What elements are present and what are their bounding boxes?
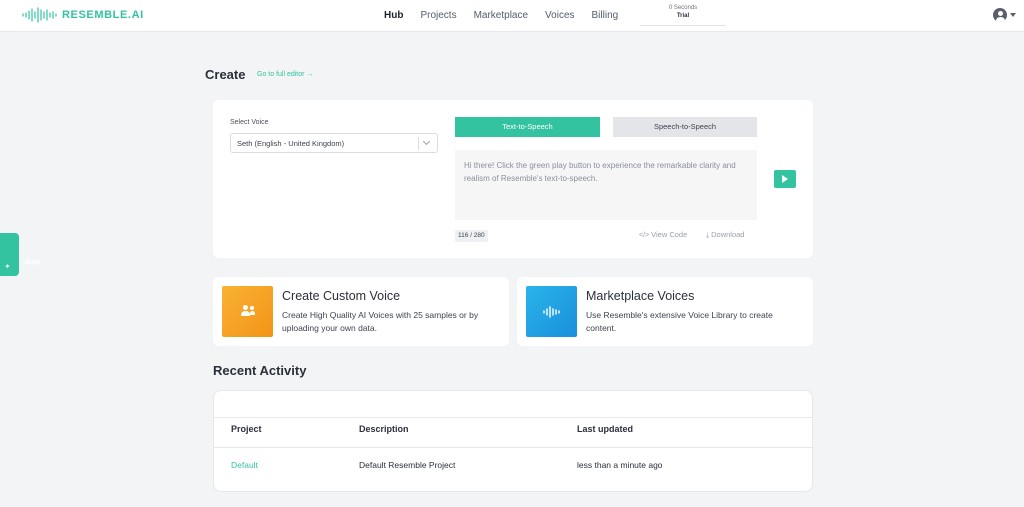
voice-select[interactable]: Seth (English - United Kingdom)	[230, 133, 438, 153]
help-tab[interactable]: ✦ Help	[0, 233, 40, 276]
usage-indicator[interactable]: 0 Seconds Trial	[640, 4, 726, 26]
feature-description: Create High Quality AI Voices with 25 sa…	[282, 310, 479, 333]
plan-label: Trial	[676, 13, 690, 19]
feature-title: Marketplace Voices	[586, 289, 695, 303]
create-title: Create	[205, 67, 246, 82]
play-icon	[782, 175, 788, 183]
view-code-link[interactable]: </> View Code	[639, 230, 687, 239]
caret-down-icon[interactable]	[1010, 13, 1016, 17]
create-card: Select Voice Seth (English - United King…	[213, 100, 813, 258]
waveform-icon	[543, 306, 560, 318]
column-header-project: Project	[231, 424, 262, 434]
download-icon: ⤓	[706, 232, 710, 239]
top-navbar: RESEMBLE.AI Hub Projects Marketplace Voi…	[0, 0, 1024, 32]
users-icon	[240, 305, 256, 319]
logo[interactable]: RESEMBLE.AI	[22, 7, 144, 23]
feature-icon-tile	[222, 286, 273, 337]
project-link[interactable]: Default	[231, 460, 258, 470]
feature-description: Use Resemble's extensive Voice Library t…	[586, 310, 773, 333]
create-custom-voice-card[interactable]: Create Custom Voice Create High Quality …	[213, 277, 509, 346]
tab-speech-to-speech[interactable]: Speech-to-Speech	[613, 117, 757, 137]
chevron-down-icon	[422, 137, 431, 146]
help-label: ✦ Help	[5, 258, 40, 269]
feature-icon-tile	[526, 286, 577, 337]
column-header-last-updated: Last updated	[577, 424, 634, 434]
brand-name: RESEMBLE.AI	[62, 9, 144, 21]
select-divider	[418, 137, 419, 150]
tts-text-input[interactable]: Hi there! Click the green play button to…	[455, 150, 757, 220]
waveform-logo-icon	[22, 7, 57, 23]
select-voice-label: Select Voice	[230, 119, 269, 126]
nav-billing[interactable]: Billing	[592, 10, 619, 21]
project-last-updated: less than a minute ago	[577, 460, 663, 470]
download-link[interactable]: ⤓ Download	[706, 230, 744, 240]
nav-voices[interactable]: Voices	[545, 10, 574, 21]
column-header-description: Description	[359, 424, 409, 434]
table-divider	[214, 417, 812, 418]
recent-activity-table: Project Description Last updated Default…	[213, 390, 813, 492]
nav-hub[interactable]: Hub	[384, 10, 403, 21]
usage-seconds: 0 Seconds	[668, 5, 698, 11]
marketplace-voices-card[interactable]: Marketplace Voices Use Resemble's extens…	[517, 277, 813, 346]
main-nav: Hub Projects Marketplace Voices Billing	[384, 10, 635, 21]
feature-title: Create Custom Voice	[282, 289, 401, 303]
table-divider	[214, 447, 812, 448]
nav-projects[interactable]: Projects	[420, 10, 456, 21]
full-editor-link[interactable]: Go to full editor →	[257, 71, 313, 78]
play-button[interactable]	[774, 170, 796, 188]
recent-activity-title: Recent Activity	[213, 363, 307, 378]
code-icon: </>	[639, 232, 650, 239]
nav-marketplace[interactable]: Marketplace	[474, 10, 528, 21]
selected-voice: Seth (English - United Kingdom)	[237, 139, 345, 148]
tab-text-to-speech[interactable]: Text-to-Speech	[455, 117, 600, 137]
user-circle-icon[interactable]	[993, 8, 1007, 22]
project-description: Default Resemble Project	[359, 460, 456, 470]
char-count-badge: 116 / 280	[455, 230, 488, 242]
